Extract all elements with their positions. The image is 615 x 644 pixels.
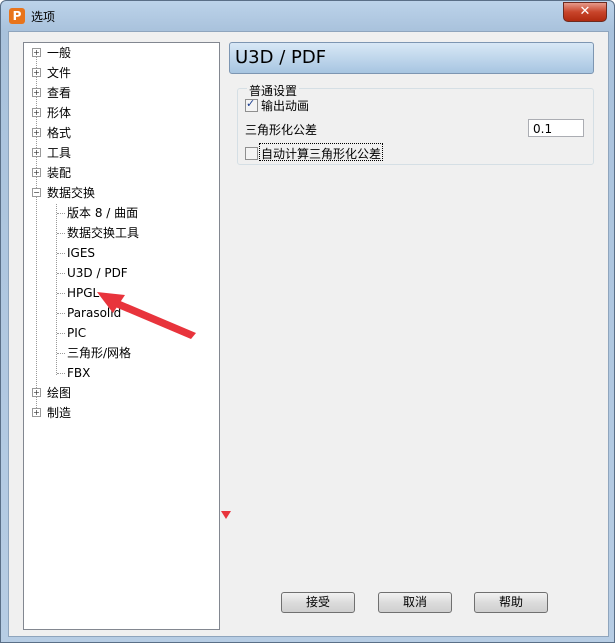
marker-triangle-icon [221, 511, 231, 519]
options-dialog: P 选项 ✕ + 一般 + 文件 + 查看 + 形体 + 格式 + 工具 + 装… [0, 0, 615, 643]
annotation-overlay [97, 292, 231, 519]
annotation-arrow-icon [97, 292, 196, 339]
